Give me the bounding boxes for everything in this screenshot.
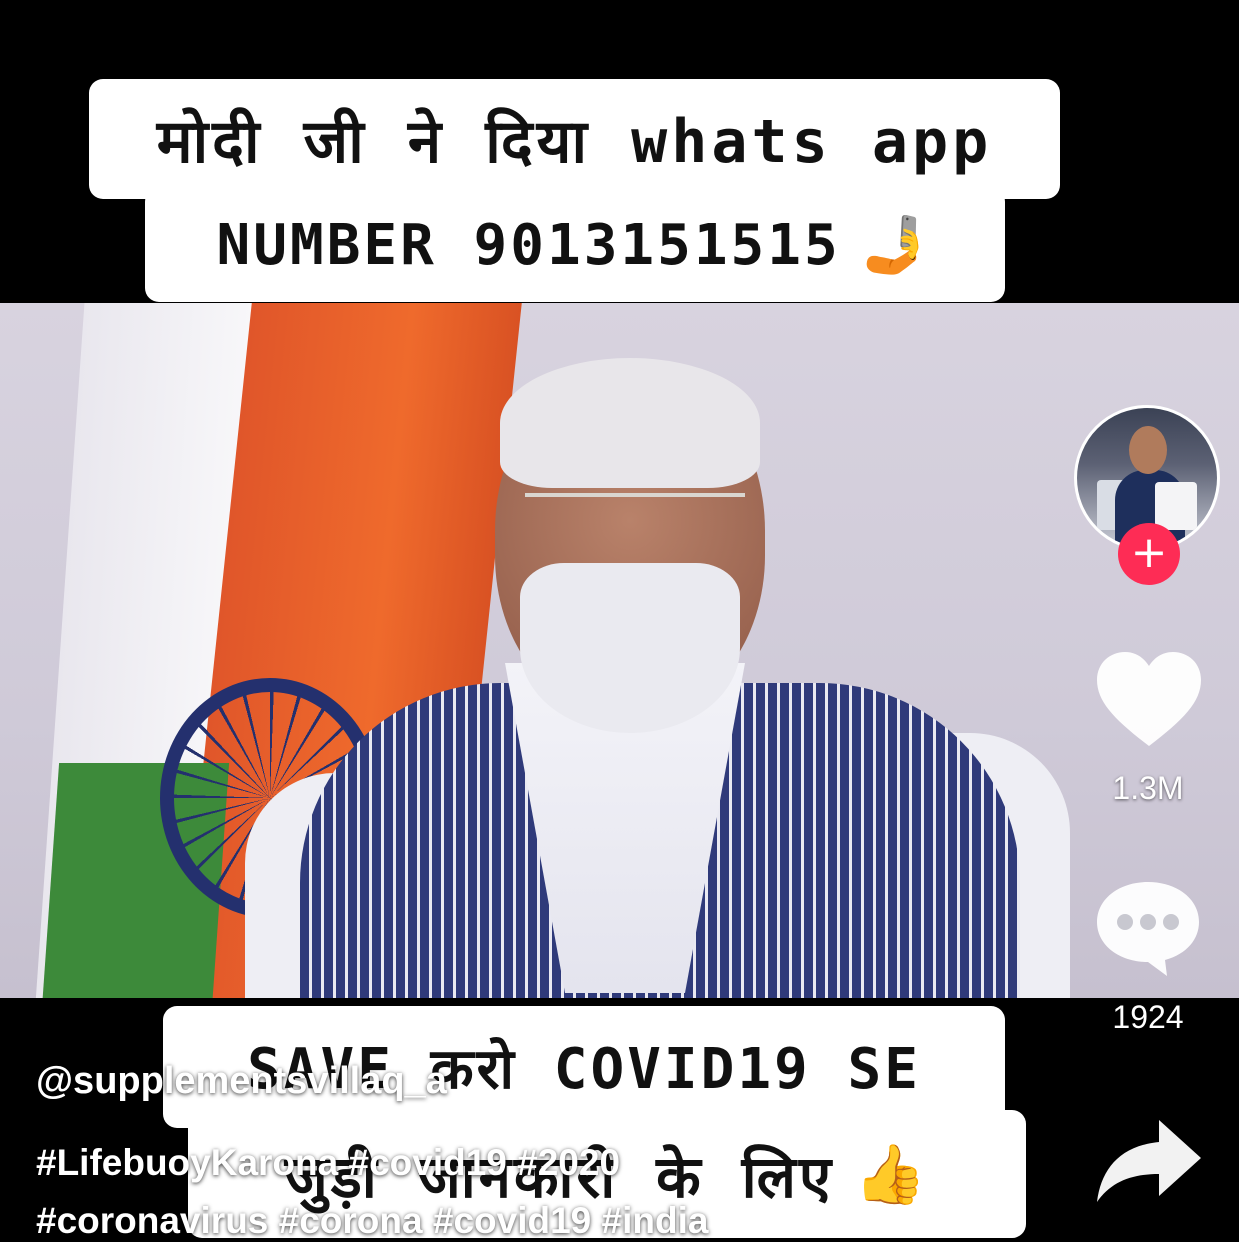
caption-top-line2: NUMBER 9013151515 🤳 — [145, 188, 1005, 302]
avatar-person-face — [1129, 426, 1167, 474]
post-caption-line1[interactable]: #LifebuoyKarona #covid19 #2020 — [36, 1142, 620, 1184]
follow-plus-icon[interactable]: + — [1118, 523, 1180, 585]
video-frame — [0, 303, 1239, 998]
video-player[interactable]: मोदी जी ने दिया whats app NUMBER 9013151… — [0, 0, 1239, 1242]
caption-top-line2-text: NUMBER 9013151515 — [216, 212, 841, 278]
comment-count: 1924 — [1112, 999, 1184, 1035]
avatar-product-right — [1155, 482, 1197, 530]
share-icon[interactable] — [1093, 1118, 1203, 1206]
thumbs-up-emoji-icon: 👍 — [854, 1139, 930, 1208]
like-count: 1.3M — [1112, 770, 1184, 806]
selfie-emoji-icon: 🤳 — [860, 213, 934, 278]
comment-icon[interactable] — [1093, 878, 1203, 978]
speaker-glasses — [525, 493, 745, 547]
caption-top-line1-text: मोदी जी ने दिया whats app — [156, 107, 993, 177]
caption-top-line1: मोदी जी ने दिया whats app — [89, 79, 1060, 199]
creator-username[interactable]: @supplementsvillaq_a — [36, 1060, 447, 1103]
heart-icon[interactable] — [1095, 650, 1203, 750]
speaker-hair — [500, 358, 760, 488]
post-caption-line2[interactable]: #coronavirus #corona #covid19 #india — [36, 1200, 708, 1242]
speaker-beard — [520, 563, 740, 733]
